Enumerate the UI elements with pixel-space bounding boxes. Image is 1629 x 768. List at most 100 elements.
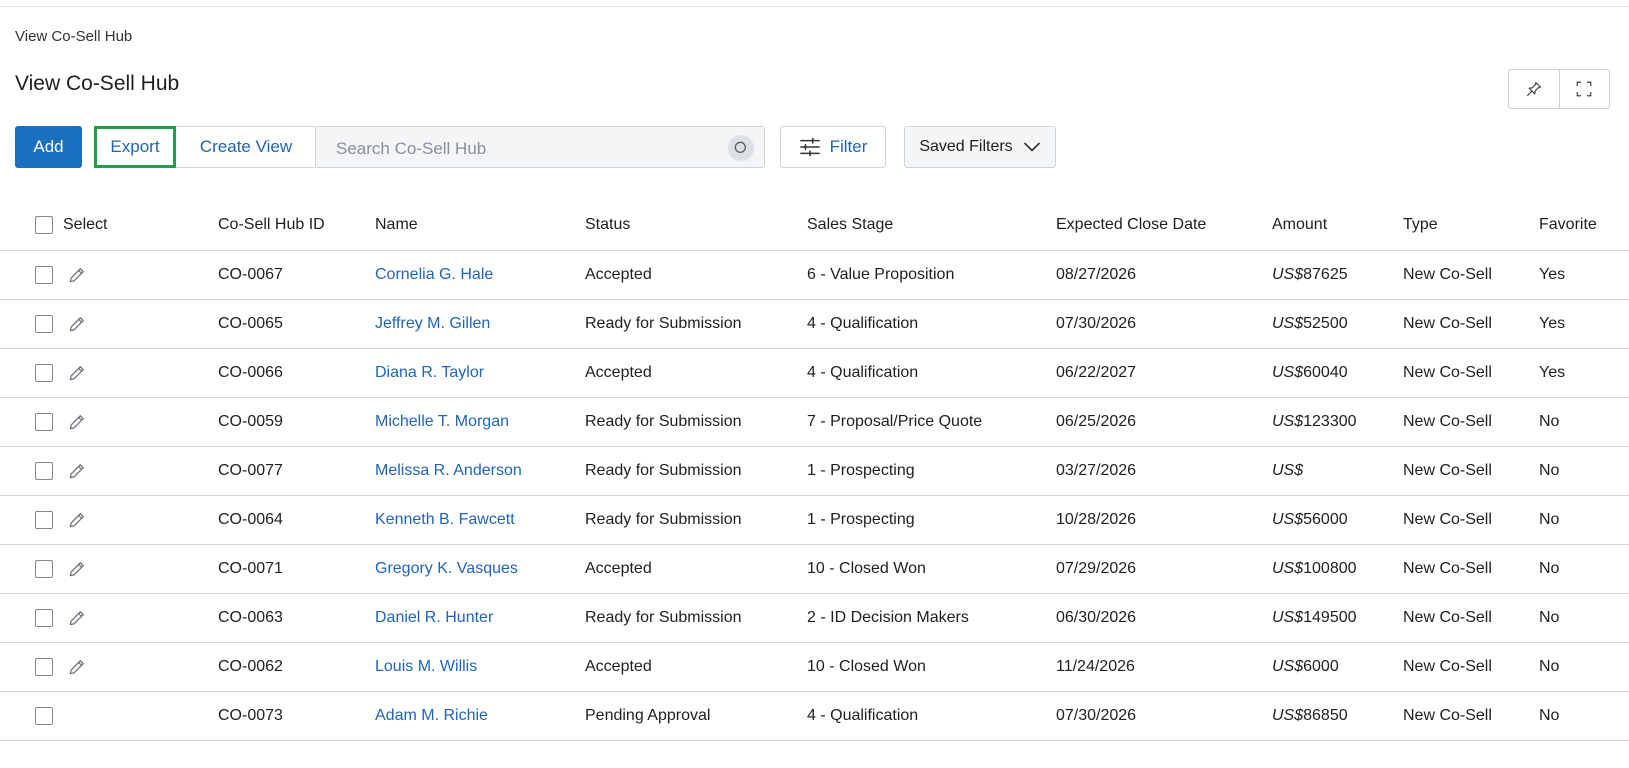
- row-checkbox[interactable]: [35, 511, 53, 529]
- currency-symbol: US$: [1272, 315, 1304, 332]
- expand-button[interactable]: [1558, 70, 1610, 108]
- cell-id: CO-0071: [218, 544, 375, 594]
- add-button[interactable]: Add: [15, 126, 82, 168]
- name-link[interactable]: Gregory K. Vasques: [375, 560, 518, 577]
- cell-status: Ready for Submission: [585, 446, 807, 496]
- edit-pencil-icon[interactable]: [67, 461, 87, 481]
- saved-filters-dropdown[interactable]: Saved Filters: [904, 126, 1056, 168]
- pin-button[interactable]: [1509, 70, 1559, 108]
- row-checkbox[interactable]: [35, 658, 53, 676]
- cell-status: Accepted: [585, 348, 807, 398]
- cell-type: New Co-Sell: [1403, 691, 1539, 741]
- cell-sales-stage: 1 - Prospecting: [807, 495, 1056, 545]
- currency-symbol: US$: [1272, 707, 1304, 724]
- filter-sliders-icon: [799, 137, 820, 157]
- cell-name: Jeffrey M. Gillen: [375, 299, 585, 349]
- table-row: CO-0063 Daniel R. Hunter Ready for Submiss…: [0, 593, 1629, 643]
- cell-status: Ready for Submission: [585, 397, 807, 447]
- cell-select: [0, 348, 218, 398]
- search-box: [315, 126, 765, 168]
- row-checkbox[interactable]: [35, 364, 53, 382]
- edit-pencil-icon[interactable]: [67, 657, 87, 677]
- name-link[interactable]: Adam M. Richie: [375, 707, 488, 724]
- cell-id: CO-0073: [218, 691, 375, 741]
- header-favorite[interactable]: Favorite: [1539, 200, 1629, 251]
- header-close-date[interactable]: Expected Close Date: [1056, 200, 1272, 251]
- header-status[interactable]: Status: [585, 200, 807, 251]
- cell-close-date: 07/29/2026: [1056, 544, 1272, 594]
- edit-pencil-icon[interactable]: [67, 559, 87, 579]
- row-checkbox[interactable]: [35, 315, 53, 333]
- row-checkbox[interactable]: [35, 707, 53, 725]
- amount-value: 100800: [1303, 560, 1357, 577]
- amount-value: 52500: [1303, 315, 1348, 332]
- name-link[interactable]: Cornelia G. Hale: [375, 266, 493, 283]
- cell-favorite: No: [1539, 691, 1629, 741]
- header-name[interactable]: Name: [375, 200, 585, 251]
- cell-amount: US$149500: [1272, 593, 1403, 643]
- cell-close-date: 06/22/2027: [1056, 348, 1272, 398]
- row-checkbox[interactable]: [35, 413, 53, 431]
- cell-type: New Co-Sell: [1403, 250, 1539, 300]
- table-row: CO-0067 Cornelia G. Hale Accepted 6 - Value…: [0, 250, 1629, 300]
- cell-id: CO-0059: [218, 397, 375, 447]
- name-link[interactable]: Louis M. Willis: [375, 658, 477, 675]
- name-link[interactable]: Diana R. Taylor: [375, 364, 484, 381]
- header-type[interactable]: Type: [1403, 200, 1539, 251]
- search-icon: [734, 141, 746, 153]
- export-button[interactable]: Export: [94, 126, 176, 168]
- row-checkbox[interactable]: [35, 609, 53, 627]
- cell-name: Melissa R. Anderson: [375, 446, 585, 496]
- currency-symbol: US$: [1272, 609, 1304, 626]
- cell-sales-stage: 6 - Value Proposition: [807, 250, 1056, 300]
- cell-id: CO-0077: [218, 446, 375, 496]
- expand-icon: [1576, 81, 1592, 97]
- search-button[interactable]: [728, 135, 754, 161]
- edit-pencil-icon[interactable]: [67, 510, 87, 530]
- row-checkbox[interactable]: [35, 266, 53, 284]
- name-link[interactable]: Michelle T. Morgan: [375, 413, 509, 430]
- cell-type: New Co-Sell: [1403, 446, 1539, 496]
- cell-close-date: 10/28/2026: [1056, 495, 1272, 545]
- search-input[interactable]: [334, 138, 718, 160]
- header-sales-stage[interactable]: Sales Stage: [807, 200, 1056, 251]
- header-id[interactable]: Co-Sell Hub ID: [218, 200, 375, 251]
- cell-status: Ready for Submission: [585, 299, 807, 349]
- create-view-button[interactable]: Create View: [176, 126, 317, 168]
- cell-name: Daniel R. Hunter: [375, 593, 585, 643]
- cell-status: Accepted: [585, 544, 807, 594]
- name-link[interactable]: Kenneth B. Fawcett: [375, 511, 515, 528]
- name-link[interactable]: Jeffrey M. Gillen: [375, 315, 490, 332]
- filter-button[interactable]: Filter: [780, 126, 886, 168]
- cell-select: [0, 495, 218, 545]
- cell-name: Michelle T. Morgan: [375, 397, 585, 447]
- amount-value: 87625: [1303, 266, 1348, 283]
- edit-pencil-icon[interactable]: [67, 412, 87, 432]
- name-link[interactable]: Melissa R. Anderson: [375, 462, 522, 479]
- row-checkbox[interactable]: [35, 560, 53, 578]
- select-label: Select: [63, 216, 108, 233]
- amount-value: 149500: [1303, 609, 1357, 626]
- table-row: CO-0064 Kenneth B. Fawcett Ready for Submi…: [0, 495, 1629, 545]
- saved-filters-label: Saved Filters: [919, 138, 1013, 155]
- cell-amount: US$56000: [1272, 495, 1403, 545]
- name-link[interactable]: Daniel R. Hunter: [375, 609, 493, 626]
- header-amount[interactable]: Amount: [1272, 200, 1403, 251]
- cell-id: CO-0062: [218, 642, 375, 692]
- edit-pencil-icon[interactable]: [67, 608, 87, 628]
- cell-status: Ready for Submission: [585, 495, 807, 545]
- cell-select: [0, 446, 218, 496]
- edit-pencil-icon[interactable]: [67, 363, 87, 383]
- filter-label: Filter: [829, 137, 868, 156]
- cell-amount: US$123300: [1272, 397, 1403, 447]
- row-checkbox[interactable]: [35, 462, 53, 480]
- edit-pencil-icon[interactable]: [67, 314, 87, 334]
- cell-close-date: 03/27/2026: [1056, 446, 1272, 496]
- amount-value: 86850: [1303, 707, 1348, 724]
- select-all-checkbox[interactable]: [35, 216, 53, 234]
- cell-sales-stage: 1 - Prospecting: [807, 446, 1056, 496]
- header-select: Select: [0, 200, 218, 251]
- edit-pencil-icon[interactable]: [67, 265, 87, 285]
- cell-favorite: No: [1539, 544, 1629, 594]
- cell-type: New Co-Sell: [1403, 593, 1539, 643]
